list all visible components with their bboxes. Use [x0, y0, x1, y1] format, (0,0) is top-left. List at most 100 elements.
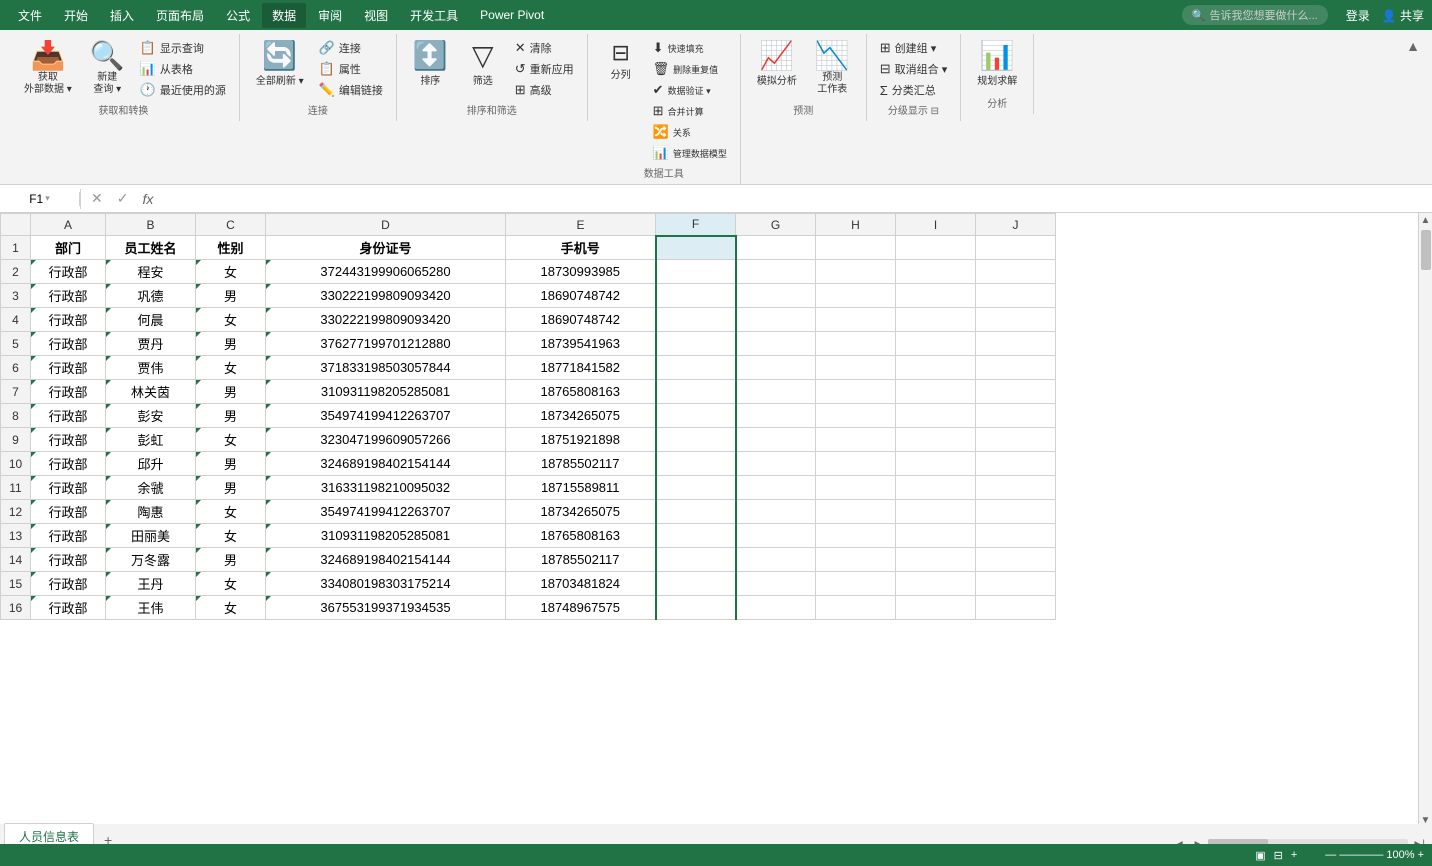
cell-b4[interactable]: 何晨: [106, 308, 196, 332]
cell-e6[interactable]: 18771841582: [506, 356, 656, 380]
cell-f5[interactable]: [656, 332, 736, 356]
row-header-6[interactable]: 6: [1, 356, 31, 380]
cell-h7[interactable]: [816, 380, 896, 404]
add-sheet-btn[interactable]: +: [96, 830, 120, 845]
cell-j15[interactable]: [976, 572, 1056, 596]
cell-b6[interactable]: 贾伟: [106, 356, 196, 380]
hscroll-left-arrow[interactable]: ◄: [1172, 839, 1188, 845]
row-header-5[interactable]: 5: [1, 332, 31, 356]
cell-g9[interactable]: [736, 428, 816, 452]
menu-item-2[interactable]: 插入: [100, 3, 144, 28]
cell-f16[interactable]: [656, 596, 736, 620]
formula-input[interactable]: [163, 192, 1432, 206]
cell-j16[interactable]: [976, 596, 1056, 620]
cell-g14[interactable]: [736, 548, 816, 572]
col-header-b[interactable]: B: [106, 214, 196, 236]
create-group-btn[interactable]: ⊞ 创建组 ▾: [875, 38, 952, 58]
row-header-7[interactable]: 7: [1, 380, 31, 404]
cell-j6[interactable]: [976, 356, 1056, 380]
cell-b10[interactable]: 邱升: [106, 452, 196, 476]
cell-h1[interactable]: [816, 236, 896, 260]
cell-g6[interactable]: [736, 356, 816, 380]
cell-b16[interactable]: 王伟: [106, 596, 196, 620]
cell-c4[interactable]: 女: [196, 308, 266, 332]
cell-c2[interactable]: 女: [196, 260, 266, 284]
connect-btn[interactable]: 🔗 连接: [314, 38, 388, 58]
cell-e16[interactable]: 18748967575: [506, 596, 656, 620]
scroll-up-arrow[interactable]: ▲: [1419, 213, 1432, 228]
menu-item-4[interactable]: 公式: [216, 3, 260, 28]
row-header-1[interactable]: 1: [1, 236, 31, 260]
cell-h11[interactable]: [816, 476, 896, 500]
row-header-9[interactable]: 9: [1, 428, 31, 452]
cell-d15[interactable]: 334080198303175214: [266, 572, 506, 596]
cell-e9[interactable]: 18751921898: [506, 428, 656, 452]
cell-f10[interactable]: [656, 452, 736, 476]
share-btn[interactable]: 👤 共享: [1382, 7, 1424, 24]
refresh-all-btn[interactable]: 🔄 全部刷新 ▾: [248, 38, 312, 91]
cell-b13[interactable]: 田丽美: [106, 524, 196, 548]
filter-btn[interactable]: ▽ 筛选: [458, 38, 508, 91]
cell-c16[interactable]: 女: [196, 596, 266, 620]
cell-e3[interactable]: 18690748742: [506, 284, 656, 308]
row-header-16[interactable]: 16: [1, 596, 31, 620]
split-col-btn[interactable]: ⊟ 分列: [596, 38, 646, 85]
cell-a8[interactable]: 行政部: [31, 404, 106, 428]
formula-confirm-btn[interactable]: ✓: [113, 188, 133, 209]
row-header-10[interactable]: 10: [1, 452, 31, 476]
cell-g10[interactable]: [736, 452, 816, 476]
cell-g12[interactable]: [736, 500, 816, 524]
cell-c12[interactable]: 女: [196, 500, 266, 524]
col-header-d[interactable]: D: [266, 214, 506, 236]
cell-f15[interactable]: [656, 572, 736, 596]
cell-d11[interactable]: 316331198210095032: [266, 476, 506, 500]
forecast-sheet-btn[interactable]: 📉 预测工作表: [807, 38, 858, 100]
cell-i9[interactable]: [896, 428, 976, 452]
cell-i12[interactable]: [896, 500, 976, 524]
cell-d14[interactable]: 324689198402154144: [266, 548, 506, 572]
clear-btn[interactable]: ✕ 清除: [510, 38, 579, 58]
cell-j5[interactable]: [976, 332, 1056, 356]
cell-j14[interactable]: [976, 548, 1056, 572]
menu-item-3[interactable]: 页面布局: [146, 3, 214, 28]
hscroll-end-arrow[interactable]: ►|: [1410, 839, 1429, 845]
formula-fx-btn[interactable]: fx: [138, 189, 157, 209]
cell-i2[interactable]: [896, 260, 976, 284]
cell-j11[interactable]: [976, 476, 1056, 500]
cell-j13[interactable]: [976, 524, 1056, 548]
menu-item-8[interactable]: 开发工具: [400, 3, 468, 28]
cell-j12[interactable]: [976, 500, 1056, 524]
cell-h6[interactable]: [816, 356, 896, 380]
search-bar[interactable]: 🔍告诉我您想要做什么...: [1182, 5, 1328, 25]
cell-d1[interactable]: 身份证号: [266, 236, 506, 260]
col-header-j[interactable]: J: [976, 214, 1056, 236]
relationship-btn[interactable]: 🔀 关系: [648, 122, 732, 142]
data-model-btn[interactable]: 📊 管理数据模型: [648, 143, 732, 163]
cell-f14[interactable]: [656, 548, 736, 572]
cell-d3[interactable]: 330222199809093420: [266, 284, 506, 308]
col-header-c[interactable]: C: [196, 214, 266, 236]
cell-f12[interactable]: [656, 500, 736, 524]
cell-d16[interactable]: 367553199371934535: [266, 596, 506, 620]
cell-e14[interactable]: 18785502117: [506, 548, 656, 572]
cell-i16[interactable]: [896, 596, 976, 620]
cell-g2[interactable]: [736, 260, 816, 284]
cell-a10[interactable]: 行政部: [31, 452, 106, 476]
cell-a5[interactable]: 行政部: [31, 332, 106, 356]
consolidate-btn[interactable]: ⊞ 合并计算: [648, 101, 732, 121]
cell-c5[interactable]: 男: [196, 332, 266, 356]
cell-f2[interactable]: [656, 260, 736, 284]
cell-j9[interactable]: [976, 428, 1056, 452]
cell-b1[interactable]: 员工姓名: [106, 236, 196, 260]
cell-e7[interactable]: 18765808163: [506, 380, 656, 404]
cell-f9[interactable]: [656, 428, 736, 452]
edit-links-btn[interactable]: ✏️ 编辑链接: [314, 80, 388, 100]
cell-b12[interactable]: 陶惠: [106, 500, 196, 524]
row-header-15[interactable]: 15: [1, 572, 31, 596]
cell-g3[interactable]: [736, 284, 816, 308]
new-query-btn[interactable]: 🔍 新建查询 ▾: [82, 38, 133, 100]
cell-i14[interactable]: [896, 548, 976, 572]
cell-b14[interactable]: 万冬露: [106, 548, 196, 572]
cell-e4[interactable]: 18690748742: [506, 308, 656, 332]
row-header-3[interactable]: 3: [1, 284, 31, 308]
